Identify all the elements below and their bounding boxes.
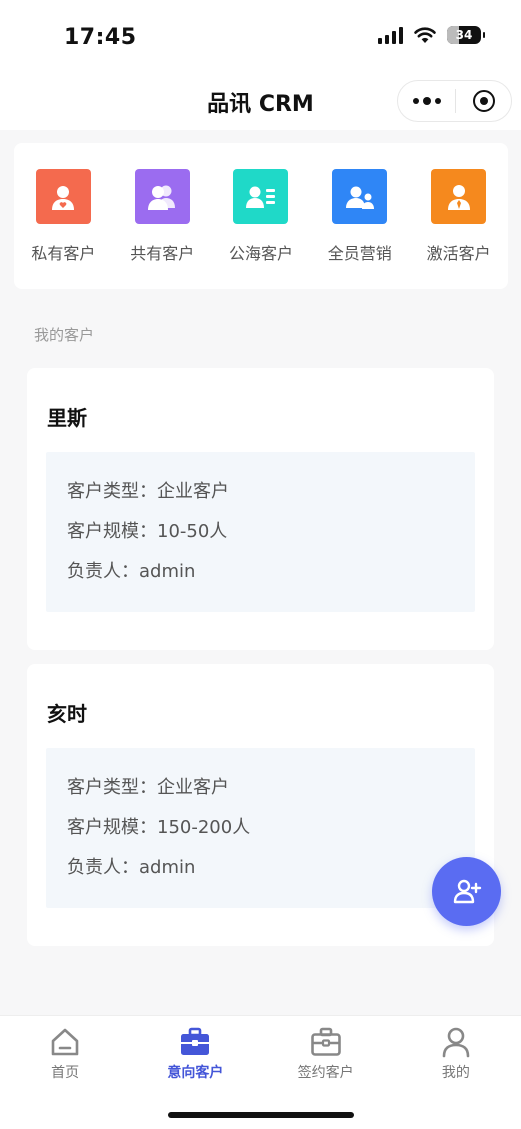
status-icons: 34 — [378, 26, 485, 44]
people-icon — [134, 169, 190, 224]
team-icon — [332, 169, 388, 224]
quick-action-activate-customers[interactable]: 激活客户 — [409, 169, 508, 289]
more-icon[interactable] — [398, 96, 455, 105]
battery-icon: 34 — [447, 26, 485, 44]
battery-level: 34 — [455, 28, 473, 42]
customer-name: 亥时 — [47, 702, 87, 726]
case-icon — [310, 1027, 341, 1056]
briefcase-icon — [181, 1027, 210, 1055]
mini-program-capsule — [397, 80, 512, 122]
quick-action-shared-customers[interactable]: 共有客户 — [113, 169, 212, 289]
quick-action-label: 公海客户 — [228, 244, 293, 263]
user-icon — [442, 1027, 470, 1058]
customer-info: 客户类型：企业客户 客户规模：10-50人 负责人：admin — [46, 452, 475, 612]
status-bar: 17:45 34 — [0, 0, 521, 78]
customer-type: 客户类型：企业客户 — [67, 777, 229, 798]
customer-scale: 客户规模：150-200人 — [67, 817, 251, 838]
status-time: 17:45 — [64, 25, 137, 50]
customer-info: 客户类型：企业客户 客户规模：150-200人 负责人：admin — [46, 748, 475, 908]
customer-type: 客户类型：企业客户 — [67, 481, 229, 502]
customer-name: 里斯 — [47, 406, 87, 430]
tab-label: 意向客户 — [167, 1065, 224, 1081]
customer-scale: 客户规模：10-50人 — [67, 521, 228, 542]
quick-action-public-pool[interactable]: 公海客户 — [212, 169, 311, 289]
tab-home[interactable]: 首页 — [0, 1016, 130, 1088]
nav-bar: 品讯 CRM — [0, 78, 521, 130]
home-indicator — [168, 1112, 354, 1118]
quick-action-all-marketing[interactable]: 全员营销 — [310, 169, 409, 289]
customer-card[interactable]: 里斯 客户类型：企业客户 客户规模：10-50人 负责人：admin — [27, 368, 494, 650]
contact-list-icon — [233, 169, 289, 224]
quick-action-label: 激活客户 — [426, 244, 491, 263]
tab-mine[interactable]: 我的 — [391, 1016, 521, 1088]
person-heart-icon — [35, 169, 91, 224]
tab-label: 我的 — [441, 1065, 470, 1081]
wifi-icon — [414, 27, 436, 43]
quick-action-label: 共有客户 — [130, 244, 195, 263]
tab-intended-customers[interactable]: 意向客户 — [130, 1016, 260, 1088]
quick-action-private-customers[interactable]: 私有客户 — [14, 169, 113, 289]
add-customer-button[interactable] — [432, 857, 501, 926]
section-title: 我的客户 — [34, 326, 95, 344]
customer-owner: 负责人：admin — [67, 561, 196, 582]
tab-label: 签约客户 — [297, 1065, 354, 1081]
customer-owner: 负责人：admin — [67, 857, 196, 878]
home-icon — [51, 1028, 79, 1056]
tab-label: 首页 — [51, 1065, 80, 1081]
signal-icon — [378, 26, 403, 44]
quick-action-label: 私有客户 — [31, 244, 96, 263]
customer-card[interactable]: 亥时 客户类型：企业客户 客户规模：150-200人 负责人：admin — [27, 664, 494, 946]
tab-bar: 首页 意向客户 签约客户 我的 — [0, 1015, 521, 1129]
close-target-icon[interactable] — [456, 90, 511, 112]
quick-actions: 私有客户 共有客户 公海客户 全员营销 激活客户 — [14, 143, 508, 289]
tab-signed-customers[interactable]: 签约客户 — [261, 1016, 391, 1088]
quick-action-label: 全员营销 — [327, 244, 392, 263]
person-tie-icon — [431, 169, 487, 224]
add-user-icon — [453, 879, 481, 903]
